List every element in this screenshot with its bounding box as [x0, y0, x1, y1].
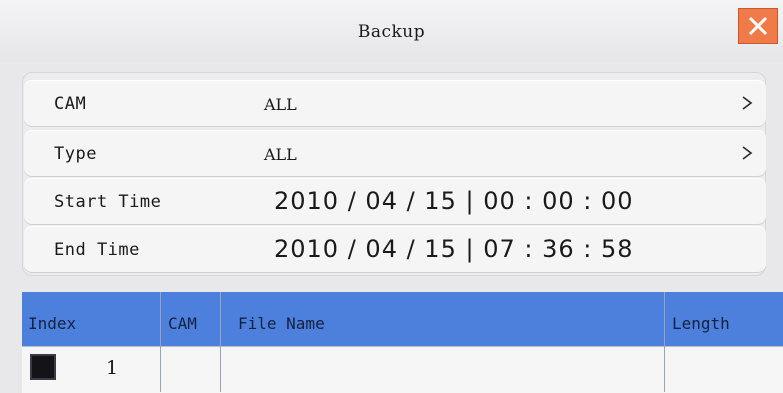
cam-selector-row[interactable]: CAM ALL	[24, 80, 766, 126]
column-header-cam: CAM	[168, 314, 197, 333]
type-selector-row[interactable]: Type ALL	[24, 130, 766, 176]
row-select-checkbox[interactable]	[30, 354, 56, 380]
end-time-label: End Time	[54, 240, 140, 260]
cam-label: CAM	[54, 94, 87, 114]
column-divider	[160, 292, 161, 392]
table-row[interactable]	[22, 346, 783, 393]
start-time-row: Start Time 2010 / 04 / 15 | 00 : 00 : 00	[24, 178, 766, 224]
start-time-label: Start Time	[54, 192, 162, 212]
column-header-length: Length	[672, 314, 730, 333]
column-header-file-name: File Name	[238, 314, 325, 333]
window-title: Backup	[357, 22, 426, 42]
start-time-field[interactable]: 2010 / 04 / 15 | 00 : 00 : 00	[274, 187, 634, 215]
end-time-field[interactable]: 2010 / 04 / 15 | 07 : 36 : 58	[274, 235, 634, 263]
type-value: ALL	[264, 145, 297, 164]
column-header-index: Index	[28, 314, 77, 333]
file-table-header: Index CAM File Name Length	[22, 292, 783, 346]
column-divider	[220, 292, 221, 392]
close-button[interactable]	[738, 8, 778, 44]
column-divider	[664, 292, 665, 392]
type-label: Type	[54, 144, 97, 164]
row-index: 1	[106, 357, 119, 379]
cam-value: ALL	[264, 95, 297, 114]
chevron-right-icon	[742, 146, 753, 160]
end-time-row: End Time 2010 / 04 / 15 | 07 : 36 : 58	[24, 226, 766, 272]
close-icon	[748, 16, 768, 36]
chevron-right-icon	[742, 96, 753, 110]
